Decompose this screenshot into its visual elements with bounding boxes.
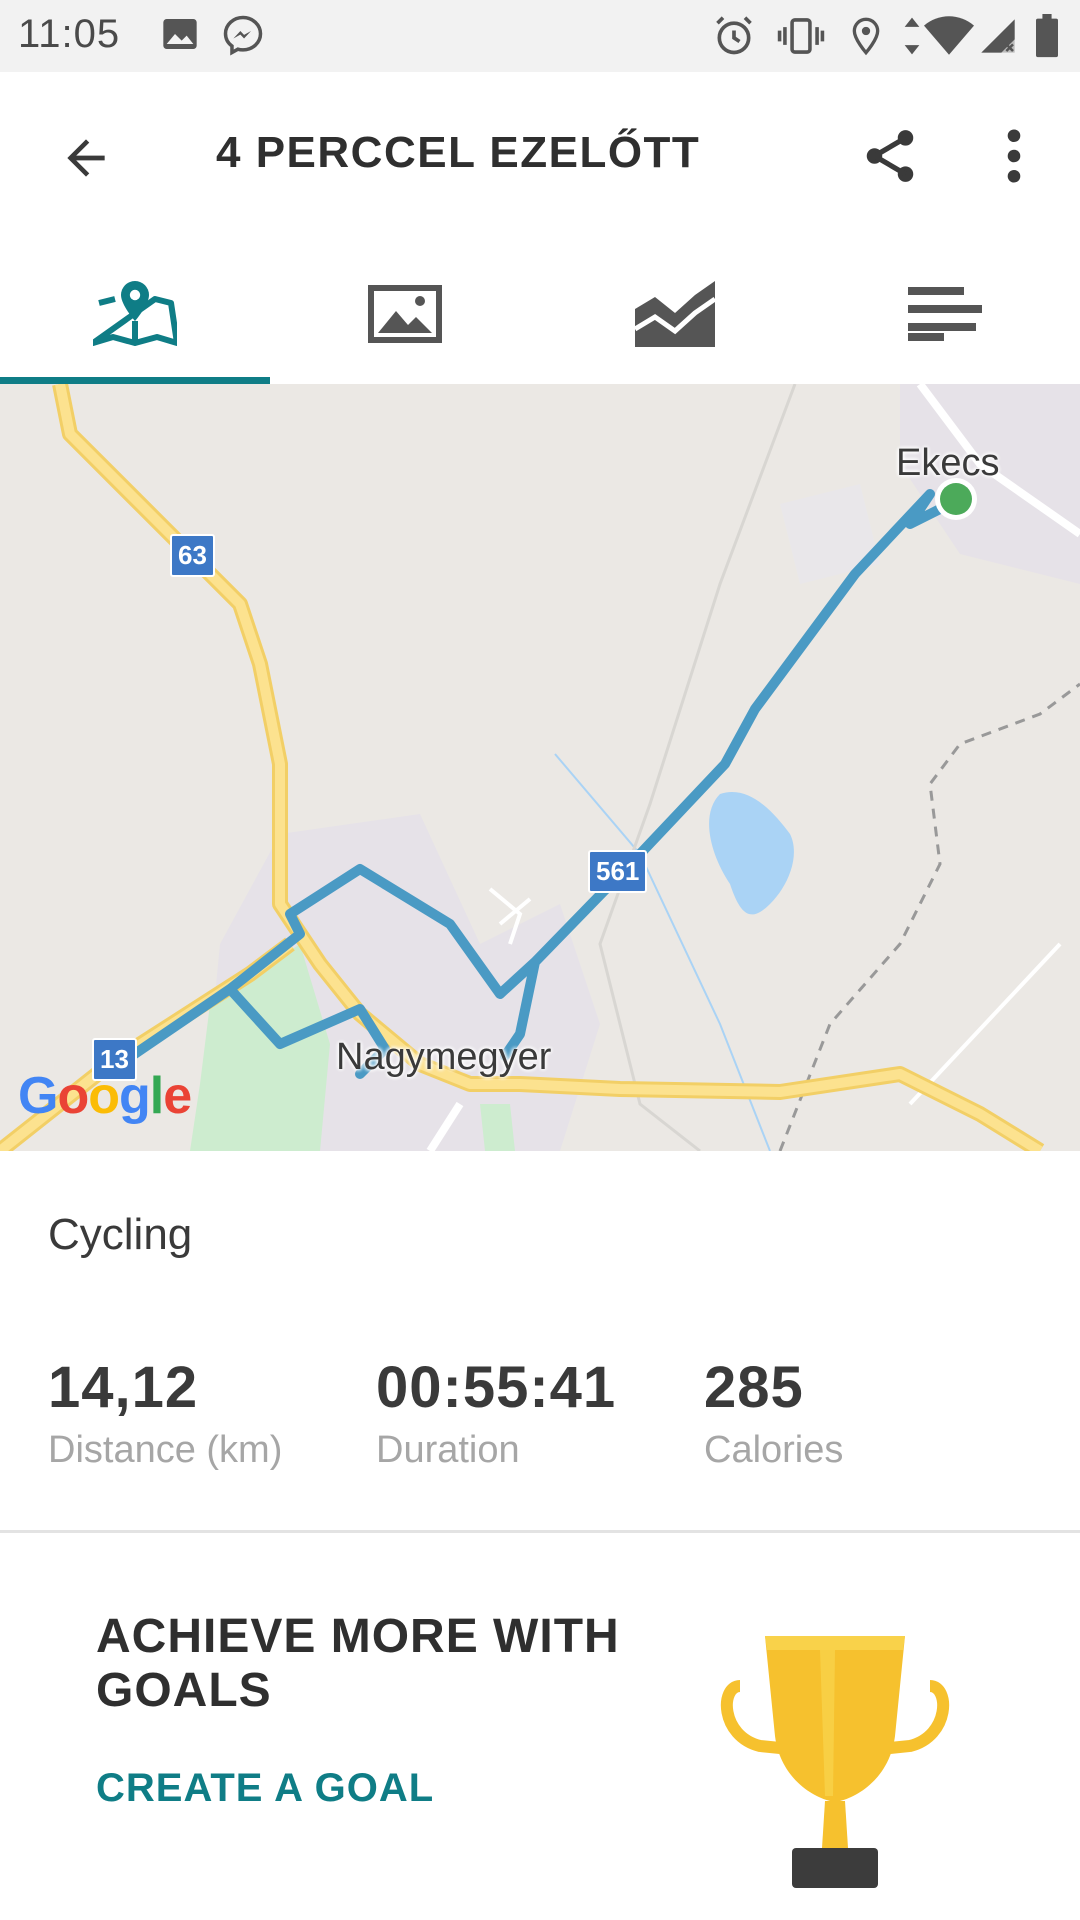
stat-distance: 14,12 Distance (km) (48, 1354, 282, 1472)
chart-icon (633, 281, 717, 347)
battery-icon (1036, 14, 1058, 58)
wifi-icon (924, 16, 974, 55)
data-arrows-icon (904, 17, 920, 55)
google-logo: Google (18, 1067, 192, 1125)
goals-title: ACHIEVE MORE WITH GOALS (96, 1610, 620, 1717)
tab-map[interactable] (0, 244, 270, 384)
tab-details[interactable] (810, 244, 1080, 384)
duration-value: 00:55:41 (376, 1355, 617, 1420)
route-map[interactable]: Ekecs Nagymegyer 63 561 13 Google (0, 384, 1080, 1151)
duration-label: Duration (376, 1429, 520, 1471)
share-button[interactable] (846, 112, 934, 200)
app-bar: 4 PERCCEL EZELŐTT (0, 72, 1080, 244)
arrow-back-icon (67, 139, 105, 177)
status-time: 11:05 (18, 12, 121, 56)
trophy-icon (721, 1636, 949, 1888)
distance-value: 14,12 (48, 1355, 199, 1420)
image-icon (163, 19, 197, 49)
tab-bar (0, 244, 1080, 384)
map-label-ekecs: Ekecs (896, 442, 1000, 484)
photo-icon (368, 285, 442, 343)
vibrate-icon (777, 18, 825, 54)
tab-charts[interactable] (540, 244, 810, 384)
road-badge-561: 561 (588, 850, 648, 893)
tab-photos[interactable] (270, 244, 540, 384)
back-button[interactable] (44, 116, 128, 200)
divider (0, 1530, 1080, 1533)
more-options-button[interactable] (984, 112, 1044, 200)
map-label-nagymegyer: Nagymegyer (336, 1036, 552, 1078)
more-vert-icon (1007, 129, 1021, 183)
activity-type: Cycling (48, 1210, 193, 1259)
distance-label: Distance (km) (48, 1429, 283, 1471)
road-badge-63: 63 (170, 534, 215, 577)
calories-value: 285 (704, 1355, 804, 1420)
calories-label: Calories (704, 1429, 844, 1471)
messenger-icon (223, 15, 263, 56)
share-icon (866, 130, 914, 182)
page-title: 4 PERCCEL EZELŐTT (216, 128, 701, 177)
stat-duration: 00:55:41 Duration (376, 1354, 616, 1472)
list-icon (908, 287, 982, 341)
create-goal-link[interactable]: CREATE A GOAL (96, 1766, 434, 1811)
cell-signal-icon (981, 19, 1015, 53)
stat-calories: 285 Calories (704, 1354, 843, 1472)
status-bar: 11:05 (0, 0, 1080, 72)
map-pin-icon (93, 281, 177, 346)
location-icon (852, 17, 880, 56)
alarm-icon (716, 16, 752, 55)
